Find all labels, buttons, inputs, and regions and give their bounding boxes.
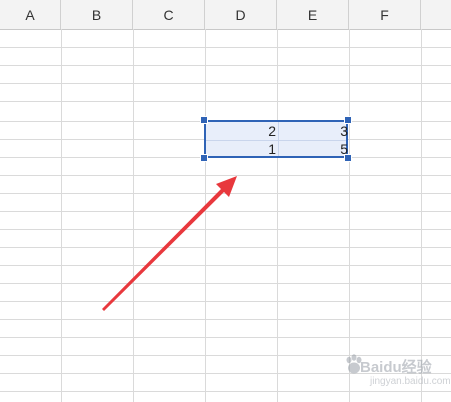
baidu-jingyan-watermark: Baidu经验 jingyan.baidu.com — [342, 348, 451, 398]
selection-handle-bottom-right[interactable] — [344, 154, 352, 162]
cell-d2[interactable]: 1 — [208, 141, 276, 158]
cell-d1[interactable]: 2 — [208, 123, 276, 140]
grid-line — [0, 65, 451, 66]
column-header-d[interactable]: D — [205, 0, 277, 29]
column-header-c[interactable]: C — [133, 0, 205, 29]
grid-line — [0, 283, 451, 284]
selection-handle-bottom-left[interactable] — [200, 154, 208, 162]
watermark-url: jingyan.baidu.com — [370, 376, 451, 387]
grid-line — [0, 229, 451, 230]
grid-line — [61, 29, 62, 402]
grid-line — [0, 193, 451, 194]
column-header-f[interactable]: F — [349, 0, 421, 29]
annotation-arrow-icon — [102, 176, 237, 311]
grid-line — [0, 211, 451, 212]
grid-line — [0, 337, 451, 338]
grid-line — [277, 29, 278, 402]
cell-e2[interactable]: 5 — [280, 141, 348, 158]
column-header-next[interactable] — [421, 0, 451, 29]
column-header-row: A B C D E F — [0, 0, 451, 30]
cell-e1[interactable]: 3 — [280, 123, 348, 140]
grid-line — [0, 247, 451, 248]
watermark-brand: Baidu经验 — [360, 359, 432, 376]
column-header-b[interactable]: B — [61, 0, 133, 29]
grid-line — [0, 301, 451, 302]
grid-line — [0, 175, 451, 176]
grid-line — [0, 319, 451, 320]
cell-selection-range[interactable]: 2 3 1 5 — [204, 120, 348, 158]
grid-line — [0, 47, 451, 48]
grid-line — [0, 101, 451, 102]
selection-handle-top-left[interactable] — [200, 116, 208, 124]
spreadsheet: A B C D E F 2 3 1 5 Baidu经验 jingyan.baid… — [0, 0, 451, 402]
grid-line — [133, 29, 134, 402]
selection-column-divider — [278, 122, 279, 156]
selection-handle-top-right[interactable] — [344, 116, 352, 124]
grid-line — [0, 265, 451, 266]
grid-line — [205, 29, 206, 402]
column-header-a[interactable]: A — [0, 0, 61, 29]
column-header-e[interactable]: E — [277, 0, 349, 29]
grid-line — [349, 29, 350, 402]
grid-line — [421, 29, 422, 402]
grid-line — [0, 83, 451, 84]
